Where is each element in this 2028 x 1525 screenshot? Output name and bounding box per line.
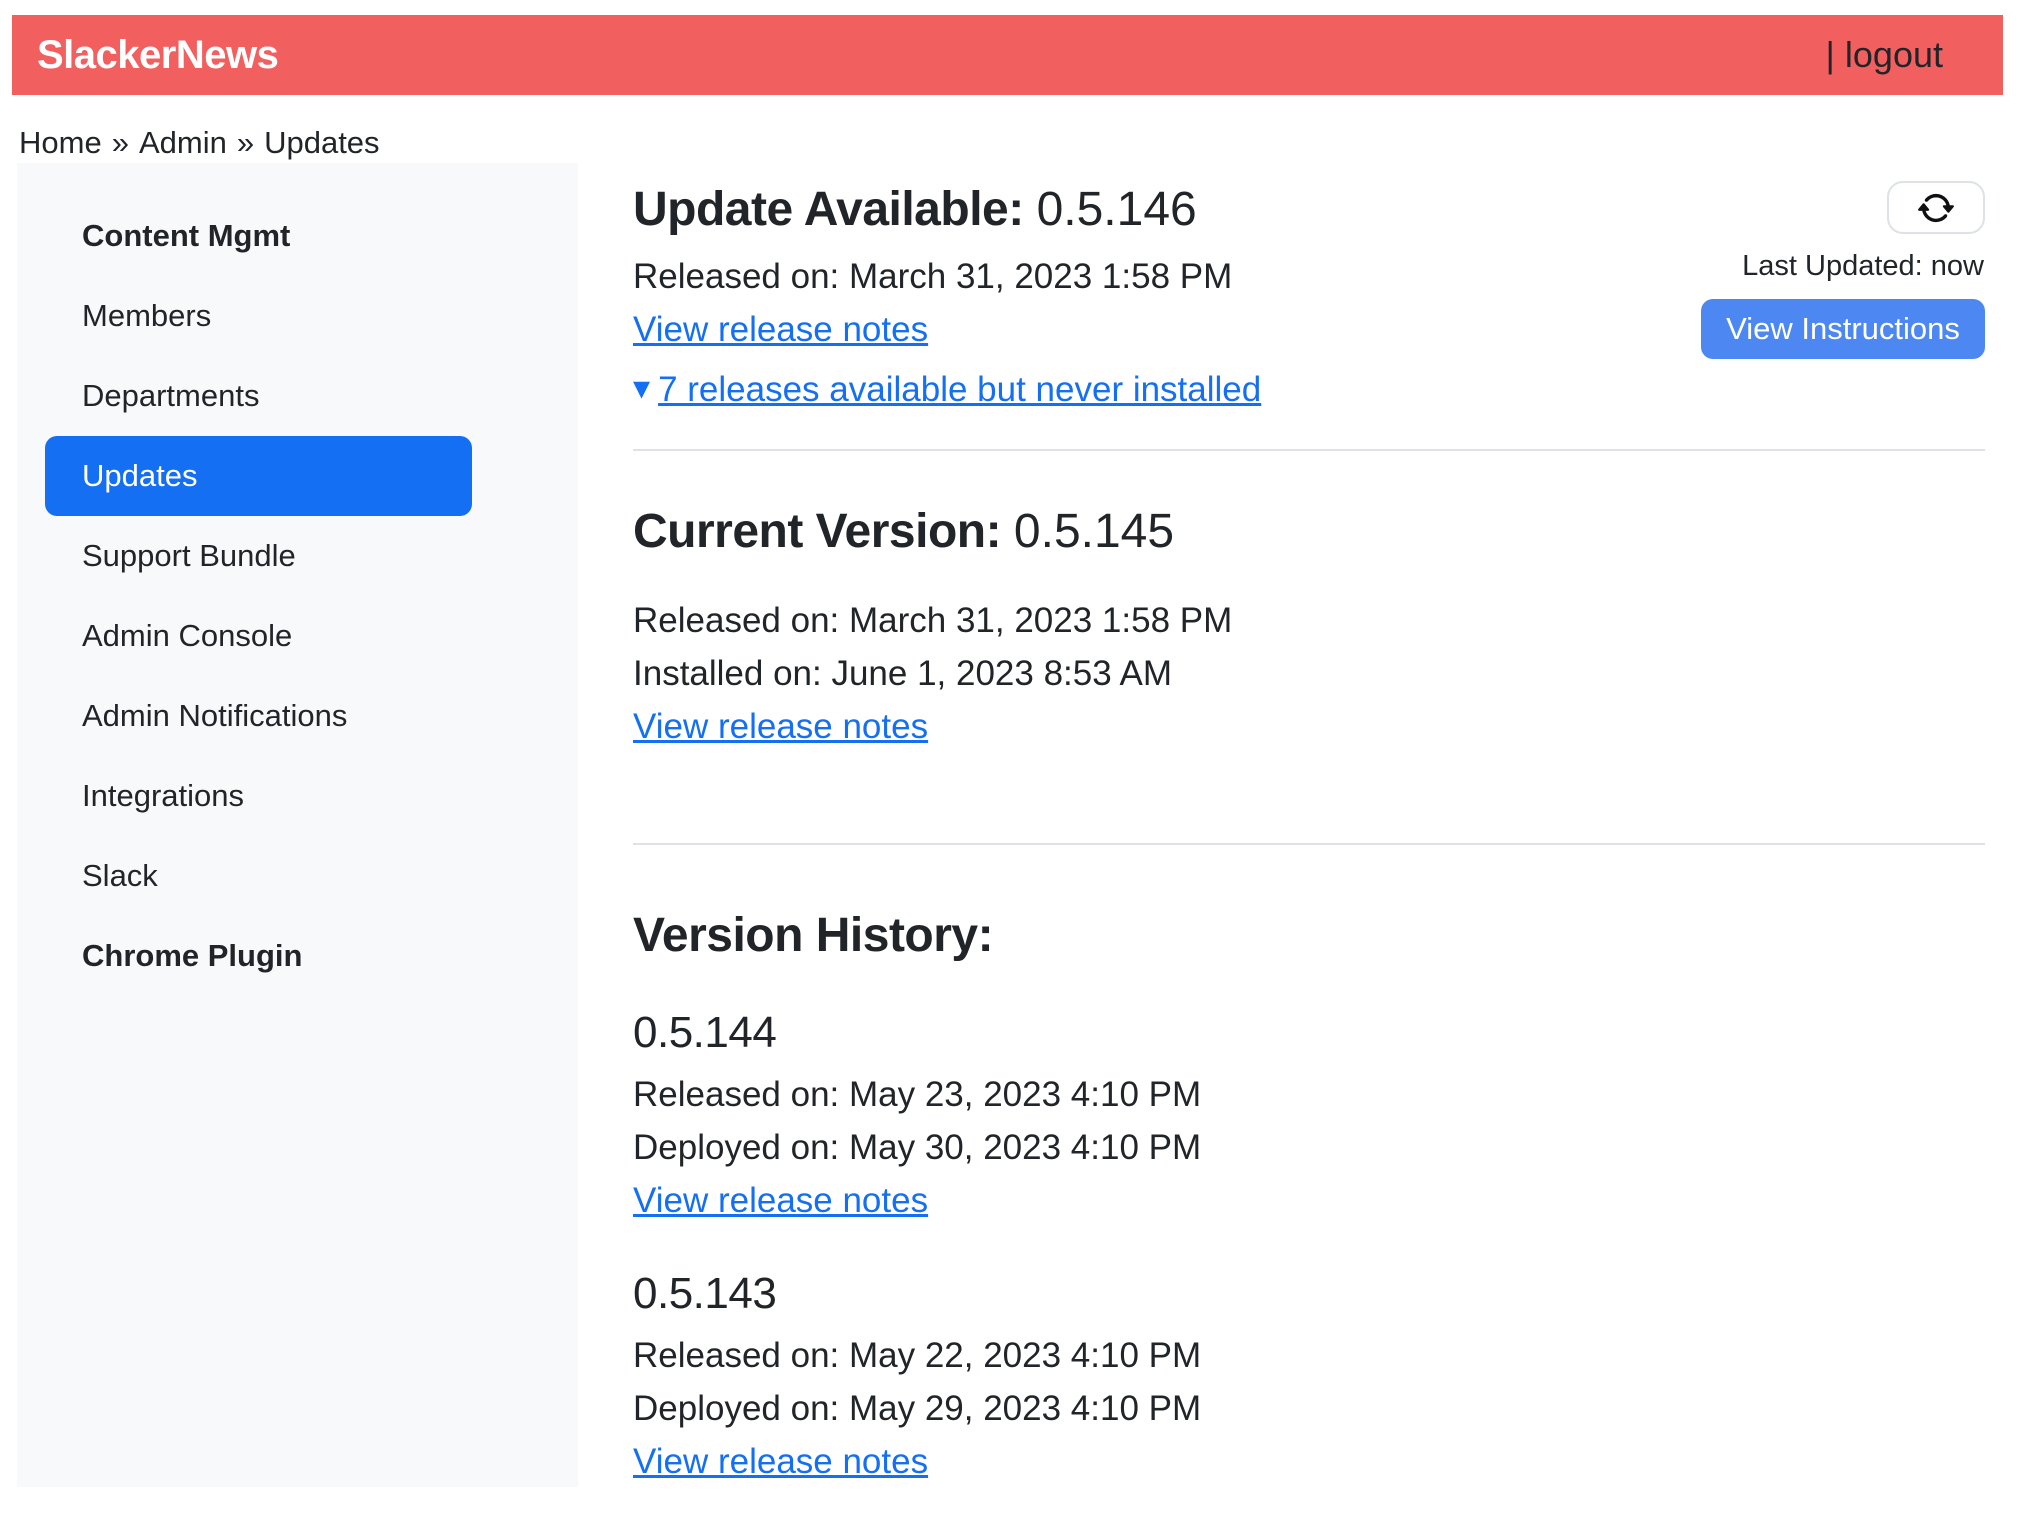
section-divider (633, 843, 1985, 845)
current-installed-on: Installed on: June 1, 2023 8:53 AM (633, 650, 1985, 697)
release-deployed-on: Deployed on: May 30, 2023 4:10 PM (633, 1124, 1985, 1171)
breadcrumb-separator: » (237, 125, 254, 160)
sidebar-item-slack[interactable]: Slack (45, 836, 472, 916)
page-layout: Content MgmtMembersDepartmentsUpdatesSup… (0, 163, 2028, 1487)
version-history-list: 0.5.144 Released on: May 23, 2023 4:10 PM… (633, 1007, 1985, 1487)
sidebar-item-integrations[interactable]: Integrations (45, 756, 472, 836)
current-version-number: 0.5.145 (1014, 505, 1174, 558)
brand-logo[interactable]: SlackerNews (37, 33, 278, 78)
sidebar-item-members[interactable]: Members (45, 276, 472, 356)
logout-link[interactable]: | logout (1826, 34, 1943, 76)
sidebar-item-support-bundle[interactable]: Support Bundle (45, 516, 472, 596)
release-notes-link[interactable]: View release notes (633, 1438, 928, 1485)
update-available-version: 0.5.146 (1037, 183, 1197, 236)
release-version: 0.5.144 (633, 1007, 1985, 1059)
release-entry: 0.5.143 Released on: May 22, 2023 4:10 PM… (633, 1268, 1985, 1487)
update-controls: Last Updated: now View Instructions (1701, 181, 1985, 359)
main-content: Update Available: 0.5.146 Released on: M… (633, 181, 1985, 1487)
update-available-label: Update Available: (633, 183, 1024, 236)
update-released-on: Released on: March 31, 2023 1:58 PM (633, 253, 1261, 300)
release-notes-link[interactable]: View release notes (633, 1177, 928, 1224)
release-released-on: Released on: May 23, 2023 4:10 PM (633, 1071, 1985, 1118)
sidebar-item-departments[interactable]: Departments (45, 356, 472, 436)
breadcrumb: Home » Admin » Updates (19, 125, 2028, 161)
sidebar: Content MgmtMembersDepartmentsUpdatesSup… (17, 163, 578, 1487)
version-history-section: Version History: 0.5.144 Released on: May… (633, 907, 1985, 1487)
update-available-section: Update Available: 0.5.146 Released on: M… (633, 181, 1985, 413)
release-version: 0.5.143 (633, 1268, 1985, 1320)
release-entry: 0.5.144 Released on: May 23, 2023 4:10 PM… (633, 1007, 1985, 1226)
sidebar-item-admin-console[interactable]: Admin Console (45, 596, 472, 676)
current-version-title: Current Version: 0.5.145 (633, 503, 1985, 561)
pending-releases-toggle[interactable]: ▾7 releases available but never installe… (633, 365, 1261, 413)
update-available-info: Update Available: 0.5.146 Released on: M… (633, 181, 1261, 413)
refresh-icon (1918, 190, 1954, 226)
sidebar-item-content-mgmt[interactable]: Content Mgmt (45, 196, 472, 276)
caret-down-icon: ▾ (633, 369, 650, 407)
current-released-on: Released on: March 31, 2023 1:58 PM (633, 597, 1985, 644)
refresh-button[interactable] (1887, 181, 1985, 234)
view-instructions-button[interactable]: View Instructions (1701, 299, 1985, 359)
breadcrumb-admin[interactable]: Admin (139, 125, 227, 160)
breadcrumb-separator: » (112, 125, 129, 160)
sidebar-item-updates[interactable]: Updates (45, 436, 472, 516)
last-updated-label: Last Updated: now (1742, 250, 1984, 283)
update-release-notes-link[interactable]: View release notes (633, 306, 928, 353)
breadcrumb-updates[interactable]: Updates (264, 125, 379, 160)
sidebar-nav: Content MgmtMembersDepartmentsUpdatesSup… (45, 196, 472, 996)
version-history-title: Version History: (633, 907, 1985, 965)
pending-releases-link[interactable]: 7 releases available but never installed (658, 366, 1261, 413)
sidebar-item-chrome-plugin[interactable]: Chrome Plugin (45, 916, 472, 996)
current-release-notes-link[interactable]: View release notes (633, 703, 928, 750)
current-version-label: Current Version: (633, 505, 1001, 558)
update-available-title: Update Available: 0.5.146 (633, 181, 1261, 239)
release-deployed-on: Deployed on: May 29, 2023 4:10 PM (633, 1385, 1985, 1432)
current-version-section: Current Version: 0.5.145 Released on: Ma… (633, 503, 1985, 750)
section-divider (633, 449, 1985, 451)
release-released-on: Released on: May 22, 2023 4:10 PM (633, 1332, 1985, 1379)
breadcrumb-home[interactable]: Home (19, 125, 102, 160)
app-header: SlackerNews | logout (12, 15, 2003, 95)
sidebar-item-admin-notifications[interactable]: Admin Notifications (45, 676, 472, 756)
